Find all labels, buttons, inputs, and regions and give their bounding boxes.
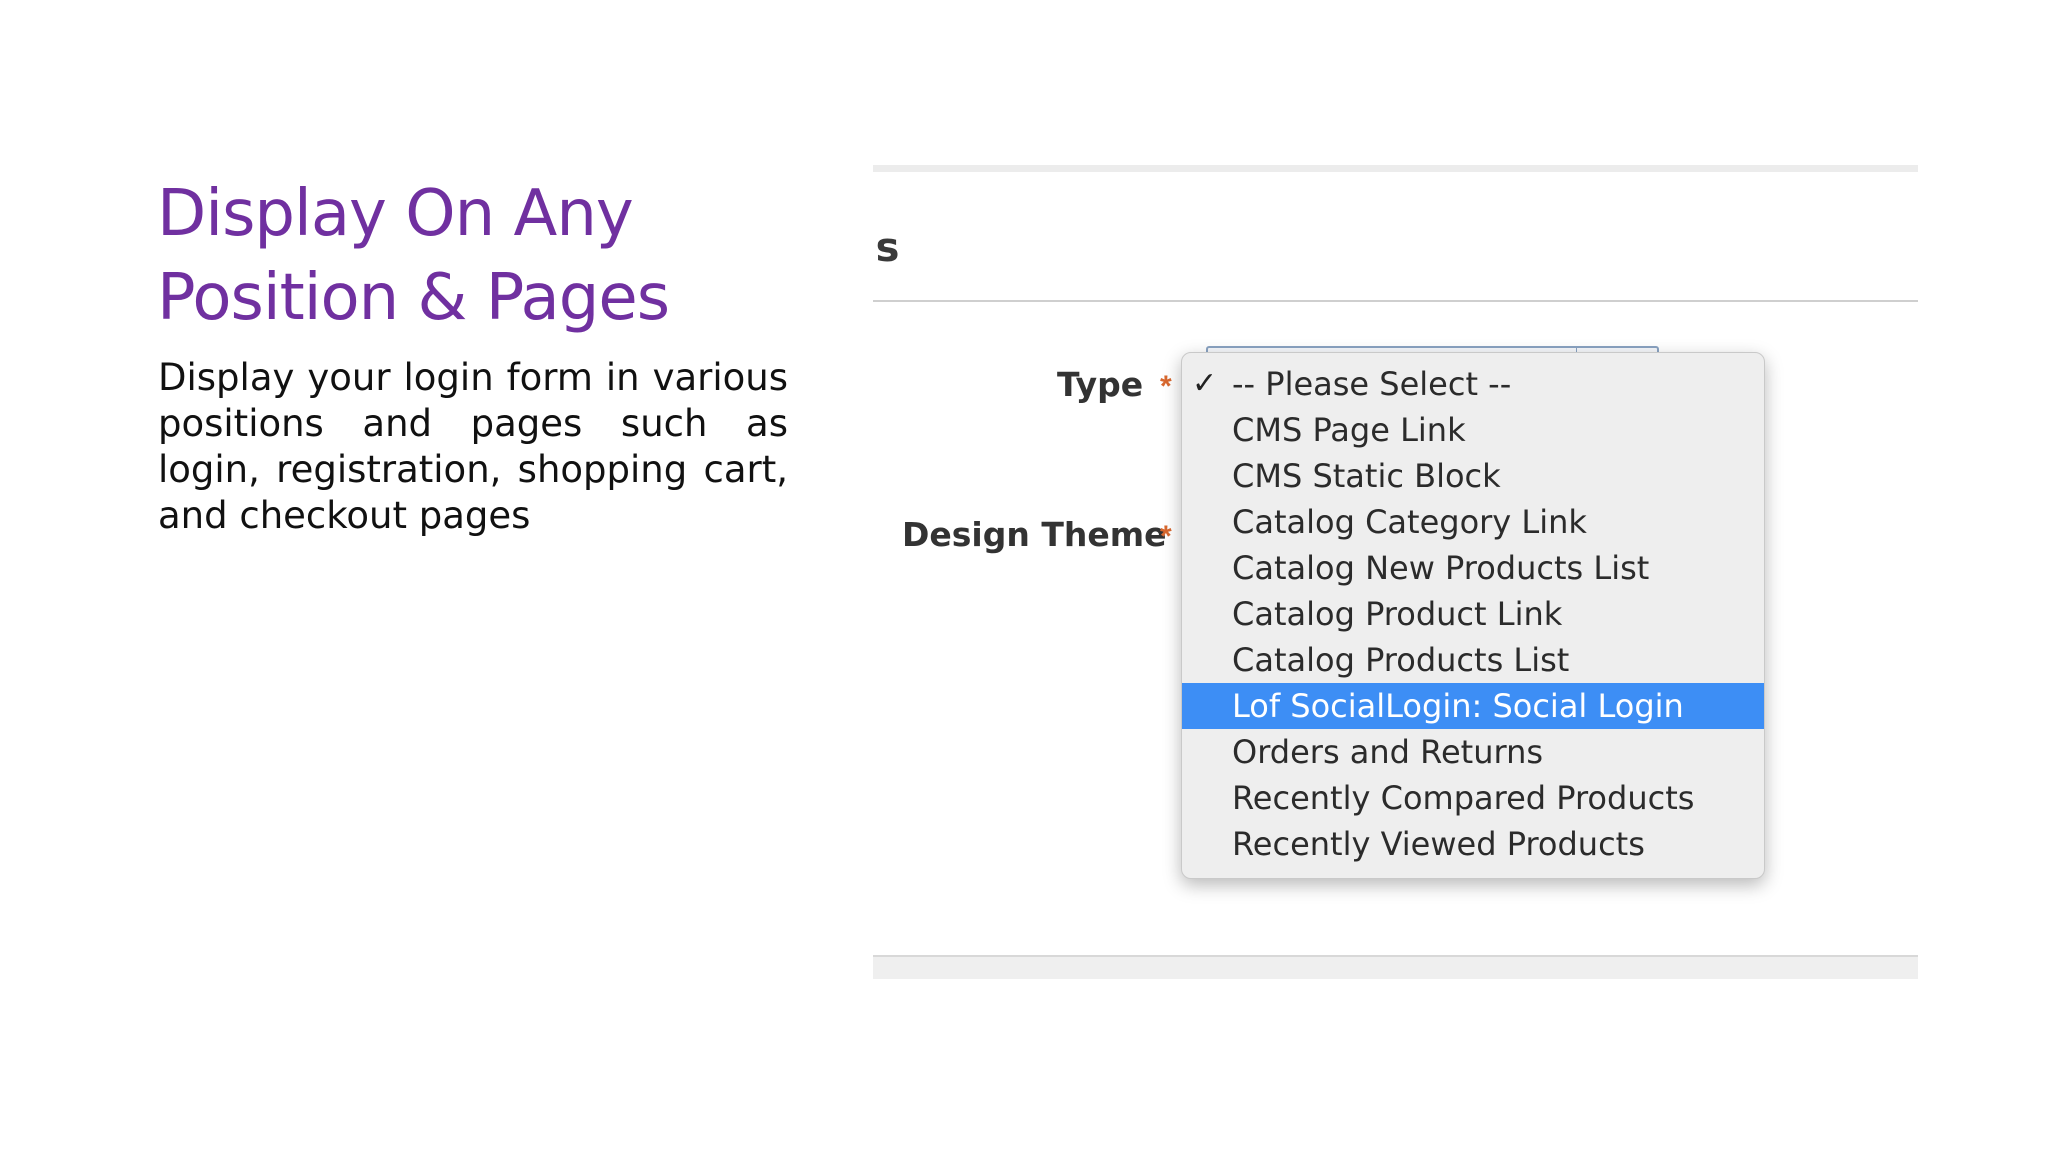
- option-label: CMS Page Link: [1232, 411, 1466, 449]
- dropdown-option-cms-page-link[interactable]: CMS Page Link: [1182, 407, 1764, 453]
- option-label: Catalog Products List: [1232, 641, 1570, 679]
- dropdown-option-recently-viewed-products[interactable]: Recently Viewed Products: [1182, 821, 1764, 867]
- option-label: Catalog New Products List: [1232, 549, 1650, 587]
- type-required-marker: *: [1160, 370, 1172, 403]
- slide: Display On Any Position & Pages Display …: [0, 0, 2048, 1152]
- dropdown-option-please-select[interactable]: ✓ -- Please Select --: [1182, 361, 1764, 407]
- screenshot-top-bar: [873, 165, 1918, 172]
- option-label: Orders and Returns: [1232, 733, 1544, 771]
- option-label: Recently Viewed Products: [1232, 825, 1645, 863]
- dropdown-option-cms-static-block[interactable]: CMS Static Block: [1182, 453, 1764, 499]
- type-label: Type: [1057, 365, 1144, 404]
- slide-title: Display On Any Position & Pages: [157, 172, 877, 340]
- dropdown-option-social-login[interactable]: Lof SocialLogin: Social Login: [1182, 683, 1764, 729]
- slide-title-line-2: Position & Pages: [157, 261, 670, 335]
- section-heading: gs: [873, 225, 900, 271]
- slide-title-line-1: Display On Any: [157, 177, 634, 251]
- option-label: Catalog Category Link: [1232, 503, 1587, 541]
- option-label: Lof SocialLogin: Social Login: [1232, 687, 1684, 725]
- screenshot-bottom-bar: [873, 957, 1918, 979]
- design-theme-label: Design Theme: [902, 515, 1167, 554]
- dropdown-option-catalog-new-products-list[interactable]: Catalog New Products List: [1182, 545, 1764, 591]
- section-divider: [873, 300, 1918, 302]
- slide-body-text: Display your login form in various posit…: [158, 356, 788, 537]
- option-label: Catalog Product Link: [1232, 595, 1563, 633]
- checkmark-icon: ✓: [1192, 366, 1218, 401]
- option-label: -- Please Select --: [1232, 365, 1512, 403]
- option-label: CMS Static Block: [1232, 457, 1501, 495]
- dropdown-option-catalog-category-link[interactable]: Catalog Category Link: [1182, 499, 1764, 545]
- dropdown-option-orders-and-returns[interactable]: Orders and Returns: [1182, 729, 1764, 775]
- dropdown-option-catalog-product-link[interactable]: Catalog Product Link: [1182, 591, 1764, 637]
- settings-screenshot: gs Type * Design Theme * ✓ -- Please Sel…: [873, 165, 1918, 989]
- option-label: Recently Compared Products: [1232, 779, 1695, 817]
- dropdown-option-recently-compared-products[interactable]: Recently Compared Products: [1182, 775, 1764, 821]
- design-theme-required-marker: *: [1160, 520, 1172, 553]
- type-dropdown-menu[interactable]: ✓ -- Please Select -- CMS Page Link CMS …: [1181, 352, 1765, 879]
- dropdown-option-catalog-products-list[interactable]: Catalog Products List: [1182, 637, 1764, 683]
